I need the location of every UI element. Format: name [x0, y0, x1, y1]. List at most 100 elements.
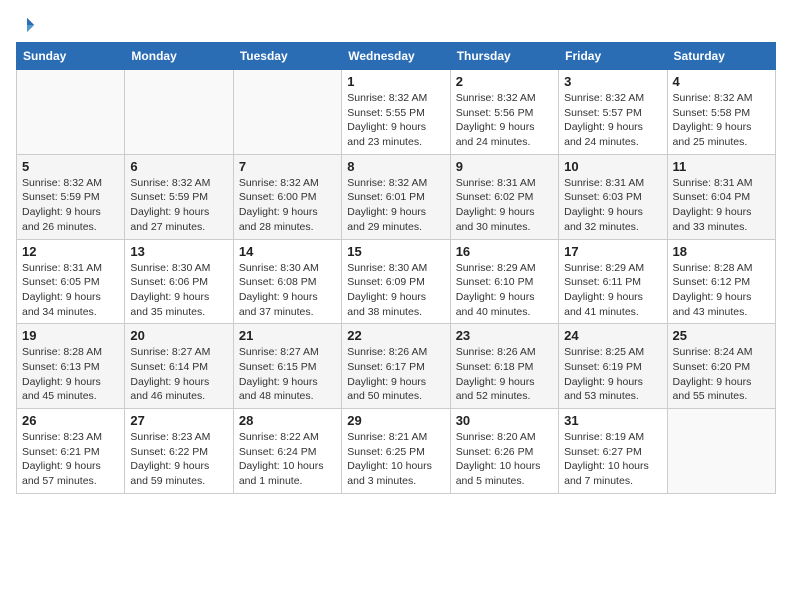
weekday-header-sunday: Sunday	[17, 43, 125, 70]
weekday-header-thursday: Thursday	[450, 43, 558, 70]
calendar-cell: 16 Sunrise: 8:29 AM Sunset: 6:10 PM Dayli…	[450, 239, 558, 324]
day-info: Sunrise: 8:25 AM Sunset: 6:19 PM Dayligh…	[564, 345, 661, 404]
calendar-cell: 25 Sunrise: 8:24 AM Sunset: 6:20 PM Dayli…	[667, 324, 775, 409]
day-info: Sunrise: 8:32 AM Sunset: 5:59 PM Dayligh…	[130, 176, 227, 235]
calendar-cell: 13 Sunrise: 8:30 AM Sunset: 6:06 PM Dayli…	[125, 239, 233, 324]
day-info: Sunrise: 8:32 AM Sunset: 5:58 PM Dayligh…	[673, 91, 770, 150]
day-info: Sunrise: 8:19 AM Sunset: 6:27 PM Dayligh…	[564, 430, 661, 489]
day-number: 17	[564, 244, 661, 259]
day-info: Sunrise: 8:30 AM Sunset: 6:08 PM Dayligh…	[239, 261, 336, 320]
day-info: Sunrise: 8:27 AM Sunset: 6:15 PM Dayligh…	[239, 345, 336, 404]
calendar-cell: 27 Sunrise: 8:23 AM Sunset: 6:22 PM Dayli…	[125, 409, 233, 494]
calendar-cell	[667, 409, 775, 494]
calendar-cell: 1Sunrise: 8:32 AM Sunset: 5:55 PM Daylig…	[342, 70, 450, 155]
day-number: 3	[564, 74, 661, 89]
calendar-cell: 24 Sunrise: 8:25 AM Sunset: 6:19 PM Dayli…	[559, 324, 667, 409]
day-number: 8	[347, 159, 444, 174]
day-info: Sunrise: 8:21 AM Sunset: 6:25 PM Dayligh…	[347, 430, 444, 489]
calendar-cell: 5 Sunrise: 8:32 AM Sunset: 5:59 PM Daylig…	[17, 154, 125, 239]
logo	[16, 16, 36, 34]
day-info: Sunrise: 8:23 AM Sunset: 6:22 PM Dayligh…	[130, 430, 227, 489]
day-info: Sunrise: 8:32 AM Sunset: 5:56 PM Dayligh…	[456, 91, 553, 150]
day-info: Sunrise: 8:31 AM Sunset: 6:04 PM Dayligh…	[673, 176, 770, 235]
calendar-cell: 3Sunrise: 8:32 AM Sunset: 5:57 PM Daylig…	[559, 70, 667, 155]
day-info: Sunrise: 8:26 AM Sunset: 6:18 PM Dayligh…	[456, 345, 553, 404]
day-number: 21	[239, 328, 336, 343]
day-number: 4	[673, 74, 770, 89]
day-number: 29	[347, 413, 444, 428]
day-number: 7	[239, 159, 336, 174]
day-info: Sunrise: 8:28 AM Sunset: 6:13 PM Dayligh…	[22, 345, 119, 404]
calendar-cell: 10 Sunrise: 8:31 AM Sunset: 6:03 PM Dayli…	[559, 154, 667, 239]
day-number: 5	[22, 159, 119, 174]
calendar-cell: 19 Sunrise: 8:28 AM Sunset: 6:13 PM Dayli…	[17, 324, 125, 409]
weekday-header-wednesday: Wednesday	[342, 43, 450, 70]
day-info: Sunrise: 8:30 AM Sunset: 6:09 PM Dayligh…	[347, 261, 444, 320]
calendar-cell: 21 Sunrise: 8:27 AM Sunset: 6:15 PM Dayli…	[233, 324, 341, 409]
day-info: Sunrise: 8:32 AM Sunset: 6:00 PM Dayligh…	[239, 176, 336, 235]
calendar-cell: 2 Sunrise: 8:32 AM Sunset: 5:56 PM Daylig…	[450, 70, 558, 155]
day-info: Sunrise: 8:32 AM Sunset: 5:59 PM Dayligh…	[22, 176, 119, 235]
day-number: 22	[347, 328, 444, 343]
calendar-cell: 30 Sunrise: 8:20 AM Sunset: 6:26 PM Dayli…	[450, 409, 558, 494]
calendar-cell: 15Sunrise: 8:30 AM Sunset: 6:09 PM Dayli…	[342, 239, 450, 324]
day-number: 11	[673, 159, 770, 174]
calendar-cell: 14Sunrise: 8:30 AM Sunset: 6:08 PM Dayli…	[233, 239, 341, 324]
calendar-cell: 31Sunrise: 8:19 AM Sunset: 6:27 PM Dayli…	[559, 409, 667, 494]
day-number: 23	[456, 328, 553, 343]
day-number: 24	[564, 328, 661, 343]
day-info: Sunrise: 8:31 AM Sunset: 6:02 PM Dayligh…	[456, 176, 553, 235]
weekday-header-row: SundayMondayTuesdayWednesdayThursdayFrid…	[17, 43, 776, 70]
day-info: Sunrise: 8:32 AM Sunset: 6:01 PM Dayligh…	[347, 176, 444, 235]
calendar-cell: 18Sunrise: 8:28 AM Sunset: 6:12 PM Dayli…	[667, 239, 775, 324]
weekday-header-monday: Monday	[125, 43, 233, 70]
calendar-cell: 22 Sunrise: 8:26 AM Sunset: 6:17 PM Dayli…	[342, 324, 450, 409]
day-info: Sunrise: 8:24 AM Sunset: 6:20 PM Dayligh…	[673, 345, 770, 404]
day-number: 30	[456, 413, 553, 428]
weekday-header-friday: Friday	[559, 43, 667, 70]
calendar-cell: 20 Sunrise: 8:27 AM Sunset: 6:14 PM Dayli…	[125, 324, 233, 409]
day-number: 13	[130, 244, 227, 259]
day-number: 20	[130, 328, 227, 343]
calendar-cell: 23 Sunrise: 8:26 AM Sunset: 6:18 PM Dayli…	[450, 324, 558, 409]
calendar-table: SundayMondayTuesdayWednesdayThursdayFrid…	[16, 42, 776, 494]
day-number: 9	[456, 159, 553, 174]
day-info: Sunrise: 8:31 AM Sunset: 6:03 PM Dayligh…	[564, 176, 661, 235]
day-number: 10	[564, 159, 661, 174]
day-number: 25	[673, 328, 770, 343]
day-info: Sunrise: 8:20 AM Sunset: 6:26 PM Dayligh…	[456, 430, 553, 489]
day-info: Sunrise: 8:29 AM Sunset: 6:10 PM Dayligh…	[456, 261, 553, 320]
day-info: Sunrise: 8:26 AM Sunset: 6:17 PM Dayligh…	[347, 345, 444, 404]
day-number: 2	[456, 74, 553, 89]
weekday-header-tuesday: Tuesday	[233, 43, 341, 70]
calendar-cell: 17Sunrise: 8:29 AM Sunset: 6:11 PM Dayli…	[559, 239, 667, 324]
week-row-2: 5 Sunrise: 8:32 AM Sunset: 5:59 PM Daylig…	[17, 154, 776, 239]
calendar-cell: 11 Sunrise: 8:31 AM Sunset: 6:04 PM Dayli…	[667, 154, 775, 239]
day-info: Sunrise: 8:31 AM Sunset: 6:05 PM Dayligh…	[22, 261, 119, 320]
day-info: Sunrise: 8:27 AM Sunset: 6:14 PM Dayligh…	[130, 345, 227, 404]
week-row-5: 26 Sunrise: 8:23 AM Sunset: 6:21 PM Dayli…	[17, 409, 776, 494]
week-row-4: 19 Sunrise: 8:28 AM Sunset: 6:13 PM Dayli…	[17, 324, 776, 409]
calendar-cell: 29 Sunrise: 8:21 AM Sunset: 6:25 PM Dayli…	[342, 409, 450, 494]
week-row-3: 12Sunrise: 8:31 AM Sunset: 6:05 PM Dayli…	[17, 239, 776, 324]
calendar-cell: 7 Sunrise: 8:32 AM Sunset: 6:00 PM Daylig…	[233, 154, 341, 239]
day-info: Sunrise: 8:30 AM Sunset: 6:06 PM Dayligh…	[130, 261, 227, 320]
calendar-cell: 6Sunrise: 8:32 AM Sunset: 5:59 PM Daylig…	[125, 154, 233, 239]
day-number: 1	[347, 74, 444, 89]
week-row-1: 1Sunrise: 8:32 AM Sunset: 5:55 PM Daylig…	[17, 70, 776, 155]
day-info: Sunrise: 8:23 AM Sunset: 6:21 PM Dayligh…	[22, 430, 119, 489]
logo-flag-icon	[18, 16, 36, 34]
calendar-cell	[125, 70, 233, 155]
day-number: 28	[239, 413, 336, 428]
weekday-header-saturday: Saturday	[667, 43, 775, 70]
calendar-cell	[233, 70, 341, 155]
day-number: 27	[130, 413, 227, 428]
day-number: 26	[22, 413, 119, 428]
calendar-cell: 12Sunrise: 8:31 AM Sunset: 6:05 PM Dayli…	[17, 239, 125, 324]
day-info: Sunrise: 8:22 AM Sunset: 6:24 PM Dayligh…	[239, 430, 336, 489]
day-number: 18	[673, 244, 770, 259]
calendar-cell: 26 Sunrise: 8:23 AM Sunset: 6:21 PM Dayli…	[17, 409, 125, 494]
day-number: 19	[22, 328, 119, 343]
day-number: 16	[456, 244, 553, 259]
page-header	[16, 16, 776, 34]
